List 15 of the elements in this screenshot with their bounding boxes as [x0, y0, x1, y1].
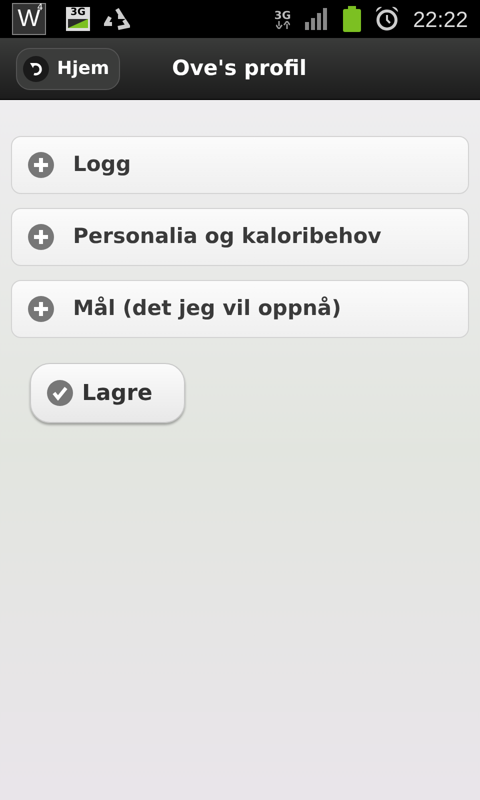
section-header[interactable]: Personalia og kaloribehov [11, 208, 469, 266]
back-button[interactable]: Hjem [16, 48, 120, 90]
data-icon-label: 3G [70, 7, 86, 19]
section-header[interactable]: Logg [11, 136, 469, 194]
section-header[interactable]: Mål (det jeg vil oppnå) [11, 280, 469, 338]
check-icon [46, 379, 74, 407]
signal-icon [304, 8, 329, 30]
transfer-arrows-icon [276, 20, 290, 28]
save-button[interactable]: Lagre [30, 363, 185, 423]
network-type: 3G [274, 10, 291, 20]
battery-icon [342, 6, 361, 32]
alarm-clock-icon [374, 6, 399, 32]
app-icon-letter: W [18, 7, 40, 31]
page-title: Ove's profil [172, 54, 307, 82]
clock-time: 22:22 [412, 6, 468, 34]
